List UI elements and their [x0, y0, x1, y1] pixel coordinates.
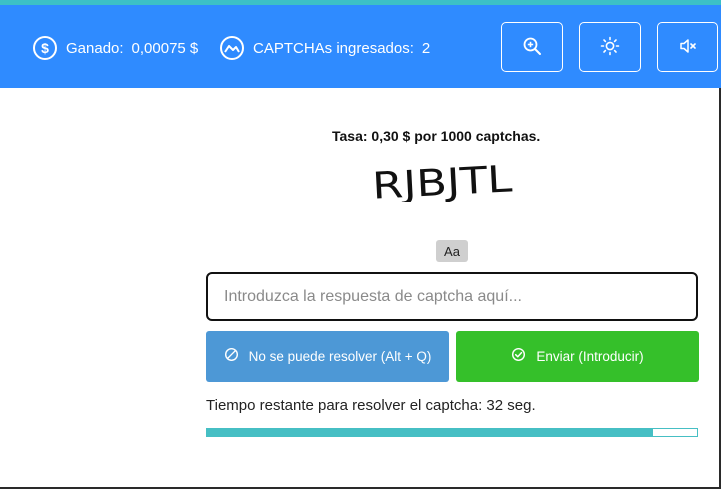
image-circle-icon — [219, 35, 245, 61]
earned-label: Ganado: — [66, 39, 124, 57]
submit-button[interactable]: Enviar (Introducir) — [456, 331, 699, 382]
earned-value: 0,00075 $ — [131, 39, 199, 57]
captcha-text: RJBJTL — [371, 158, 514, 202]
time-remaining-text: Tiempo restante para resolver el captcha… — [206, 397, 536, 414]
mute-button[interactable] — [657, 22, 718, 72]
cannot-solve-label: No se puede resolver (Alt + Q) — [248, 349, 432, 364]
block-icon — [224, 347, 239, 366]
brightness-icon — [600, 36, 620, 59]
captcha-count-value: 2 — [421, 39, 431, 57]
case-sensitive-badge: Aa — [436, 240, 468, 262]
time-progress-bar — [206, 428, 698, 437]
rate-text: Tasa: 0,30 $ por 1000 captchas. — [332, 128, 541, 144]
captcha-count-label: CAPTCHAs ingresados: — [253, 39, 414, 57]
zoom-button[interactable] — [501, 22, 563, 72]
captcha-answer-input[interactable] — [206, 272, 698, 321]
time-progress-fill — [207, 429, 653, 436]
captcha-count-stat: CAPTCHAs ingresados: 2 — [219, 35, 430, 61]
mute-icon — [678, 36, 698, 59]
theme-button[interactable] — [579, 22, 641, 72]
submit-label: Enviar (Introducir) — [536, 349, 644, 364]
app-header: $ Ganado: 0,00075 $ CAPTCHAs ingresados:… — [0, 5, 721, 88]
captcha-image: RJBJTL — [370, 157, 516, 207]
zoom-in-icon — [522, 36, 542, 59]
svg-text:$: $ — [41, 40, 49, 56]
cannot-solve-button[interactable]: No se puede resolver (Alt + Q) — [206, 331, 449, 382]
earned-stat: $ Ganado: 0,00075 $ — [32, 35, 198, 61]
check-circle-icon — [511, 347, 526, 366]
dollar-circle-icon: $ — [32, 35, 58, 61]
